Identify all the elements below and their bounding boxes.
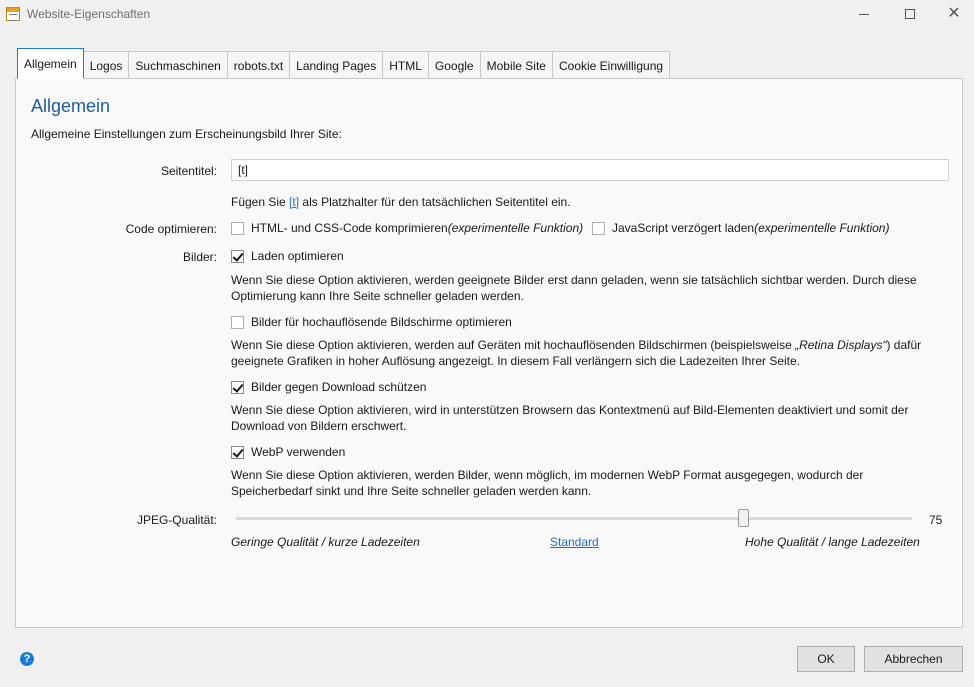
tab-cookie-einwilligung[interactable]: Cookie Einwilligung [552,51,671,79]
lazy-load-description: Wenn Sie diese Option aktivieren, werden… [231,273,917,303]
js-defer-box[interactable] [592,221,605,235]
section-title: Allgemein [31,96,111,116]
tab-robots-txt[interactable]: robots.txt [227,51,291,79]
jpeg-quality-default-link[interactable]: Standard [550,535,599,549]
tab-landing-pages[interactable]: Landing Pages [290,51,384,79]
js-defer-note: (experimentelle Funktion) [754,221,890,235]
retina-checkbox[interactable]: Bilder für hochauflösende Bildschirme op… [231,315,512,329]
minimize-icon [859,13,869,15]
help-icon[interactable]: ? [20,652,34,666]
maximize-icon [905,9,915,19]
jpeg-quality-value: 75 [929,513,943,527]
protect-download-box[interactable] [231,380,244,394]
page-title-hint: Fügen Sie [t] als Platzhalter für den ta… [231,194,571,210]
window-title: Website-Eigenschaften [27,7,151,21]
images-label: Bilder: [182,250,217,264]
webp-description: Wenn Sie diese Option aktivieren, werden… [231,468,864,498]
jpeg-quality-slider-thumb[interactable] [738,509,749,527]
tab-suchmaschinen[interactable]: Suchmaschinen [129,51,228,79]
tab-mobile-site[interactable]: Mobile Site [480,51,553,79]
html-css-compress-label: HTML- und CSS-Code komprimieren [251,221,448,235]
protect-download-checkbox[interactable]: Bilder gegen Download schützen [231,380,426,394]
settings-panel: Allgemein Allgemeine Einstellungen zum E… [15,78,963,628]
lazy-load-checkbox[interactable]: Laden optimieren [231,249,344,263]
page-title-label: Seitentitel: [160,164,217,178]
jpeg-quality-label: JPEG-Qualität: [136,513,217,527]
tab-allgemein[interactable]: Allgemein [17,48,84,79]
js-defer-label: JavaScript verzögert laden [612,221,755,235]
minimize-button[interactable] [842,0,886,28]
webp-checkbox[interactable]: WebP verwenden [231,445,345,459]
close-icon: ✕ [947,5,961,22]
retina-desc-italic: „Retina Displays“ [795,338,887,352]
html-css-compress-checkbox[interactable]: HTML- und CSS-Code komprimieren (experim… [231,221,583,235]
protect-download-description: Wenn Sie diese Option aktivieren, wird i… [231,403,909,433]
retina-label: Bilder für hochauflösende Bildschirme op… [251,315,512,329]
lazy-load-label: Laden optimieren [251,249,344,263]
lazy-load-box[interactable] [231,249,244,263]
placeholder-link[interactable]: [t] [289,195,299,209]
close-button[interactable]: ✕ [932,0,974,28]
retina-box[interactable] [231,315,244,329]
tab-logos[interactable]: Logos [83,51,130,79]
jpeg-quality-low-label: Geringe Qualität / kurze Ladezeiten [231,535,420,549]
title-bar: Website-Eigenschaften ✕ [0,0,974,28]
webp-box[interactable] [231,445,244,459]
webp-label: WebP verwenden [251,445,346,459]
jpeg-quality-high-label: Hohe Qualität / lange Ladezeiten [745,535,920,549]
section-subtitle: Allgemeine Einstellungen zum Erscheinung… [31,127,342,141]
app-icon [6,7,20,21]
hint-suffix: als Platzhalter für den tatsächlichen Se… [299,195,571,209]
ok-button[interactable]: OK [797,646,855,672]
code-optimize-label: Code optimieren: [125,222,217,236]
html-css-compress-note: (experimentelle Funktion) [447,221,584,235]
jpeg-quality-slider-track[interactable] [236,517,912,520]
page-title-input[interactable] [231,159,949,181]
cancel-button[interactable]: Abbrechen [864,646,963,672]
tab-bar: Allgemein Logos Suchmaschinen robots.txt… [17,48,671,79]
js-defer-checkbox[interactable]: JavaScript verzögert laden (experimentel… [592,221,889,235]
html-css-compress-box[interactable] [231,221,244,235]
tab-google[interactable]: Google [428,51,481,79]
protect-download-label: Bilder gegen Download schützen [251,380,427,394]
tab-html[interactable]: HTML [383,51,429,79]
retina-desc-prefix: Wenn Sie diese Option aktivieren, werden… [231,338,796,352]
hint-prefix: Fügen Sie [231,195,290,209]
retina-description: Wenn Sie diese Option aktivieren, werden… [231,337,931,369]
maximize-button[interactable] [888,0,932,28]
